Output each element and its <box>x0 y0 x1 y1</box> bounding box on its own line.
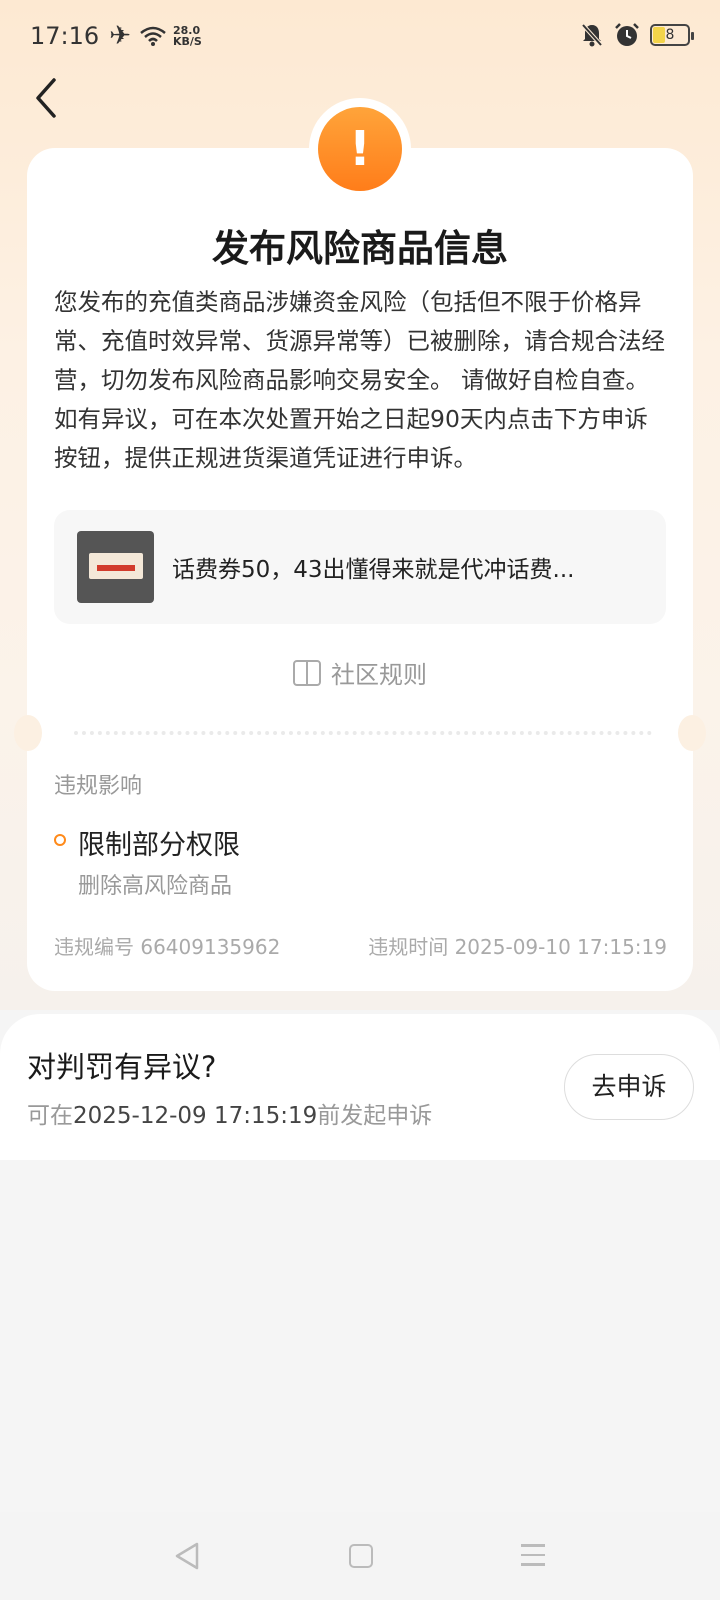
card-notch-right <box>678 715 706 751</box>
status-right-icons: 8 <box>580 22 694 48</box>
violation-time: 违规时间 2025-09-10 17:15:19 <box>368 935 667 959</box>
violation-id: 违规编号 66409135962 <box>54 935 281 959</box>
status-time: 17:16 <box>30 22 100 50</box>
card-notch-left <box>14 715 42 751</box>
violation-description: 您发布的充值类商品涉嫌资金风险（包括但不限于价格异常、充值时效异常、货源异常等）… <box>54 288 665 472</box>
mute-icon <box>581 23 603 47</box>
card-divider <box>74 731 652 735</box>
book-icon <box>293 659 321 686</box>
impact-detail: 删除高风险商品 <box>78 874 233 899</box>
community-rules-label: 社区规则 <box>331 661 427 689</box>
page-title: 发布风险商品信息 <box>212 227 508 270</box>
nav-home-icon[interactable] <box>349 1544 373 1568</box>
battery-icon: 8 <box>650 24 694 46</box>
appeal-title: 对判罚有异议? <box>27 1050 217 1084</box>
wifi-icon <box>140 26 166 46</box>
impact-section-label: 违规影响 <box>54 774 143 799</box>
status-bar: 17:16 ✈ 28.0 KB/S 8 <box>0 0 720 72</box>
appeal-deadline-date: 2025-12-09 17:15:19 <box>73 1103 318 1129</box>
impact-bullet-icon <box>54 834 66 846</box>
network-speed: 28.0 KB/S <box>173 25 202 47</box>
appeal-deadline-suffix: 前发起申诉 <box>317 1103 433 1129</box>
community-rules-link[interactable]: 社区规则 <box>27 655 693 690</box>
goods-title: 话费券50，43出懂得来就是代冲话费... <box>172 557 575 583</box>
impact-title: 限制部分权限 <box>78 830 240 861</box>
nav-back-icon[interactable] <box>173 1541 201 1571</box>
goods-item[interactable]: 话费券50，43出懂得来就是代冲话费... <box>54 510 666 624</box>
appeal-button[interactable]: 去申诉 <box>564 1054 694 1120</box>
network-speed-unit: KB/S <box>172 35 202 48</box>
appeal-deadline-text: 可在2025-12-09 17:15:19前发起申诉 <box>27 1096 432 1130</box>
nav-menu-icon[interactable] <box>521 1544 545 1568</box>
airplane-icon: ✈ <box>109 21 131 51</box>
appeal-deadline-prefix: 可在 <box>27 1103 73 1129</box>
alarm-icon <box>615 23 639 46</box>
battery-level: 8 <box>665 27 675 43</box>
chevron-left-icon[interactable] <box>30 76 66 120</box>
exclamation-icon: ! <box>318 107 402 191</box>
goods-thumbnail <box>77 531 154 603</box>
